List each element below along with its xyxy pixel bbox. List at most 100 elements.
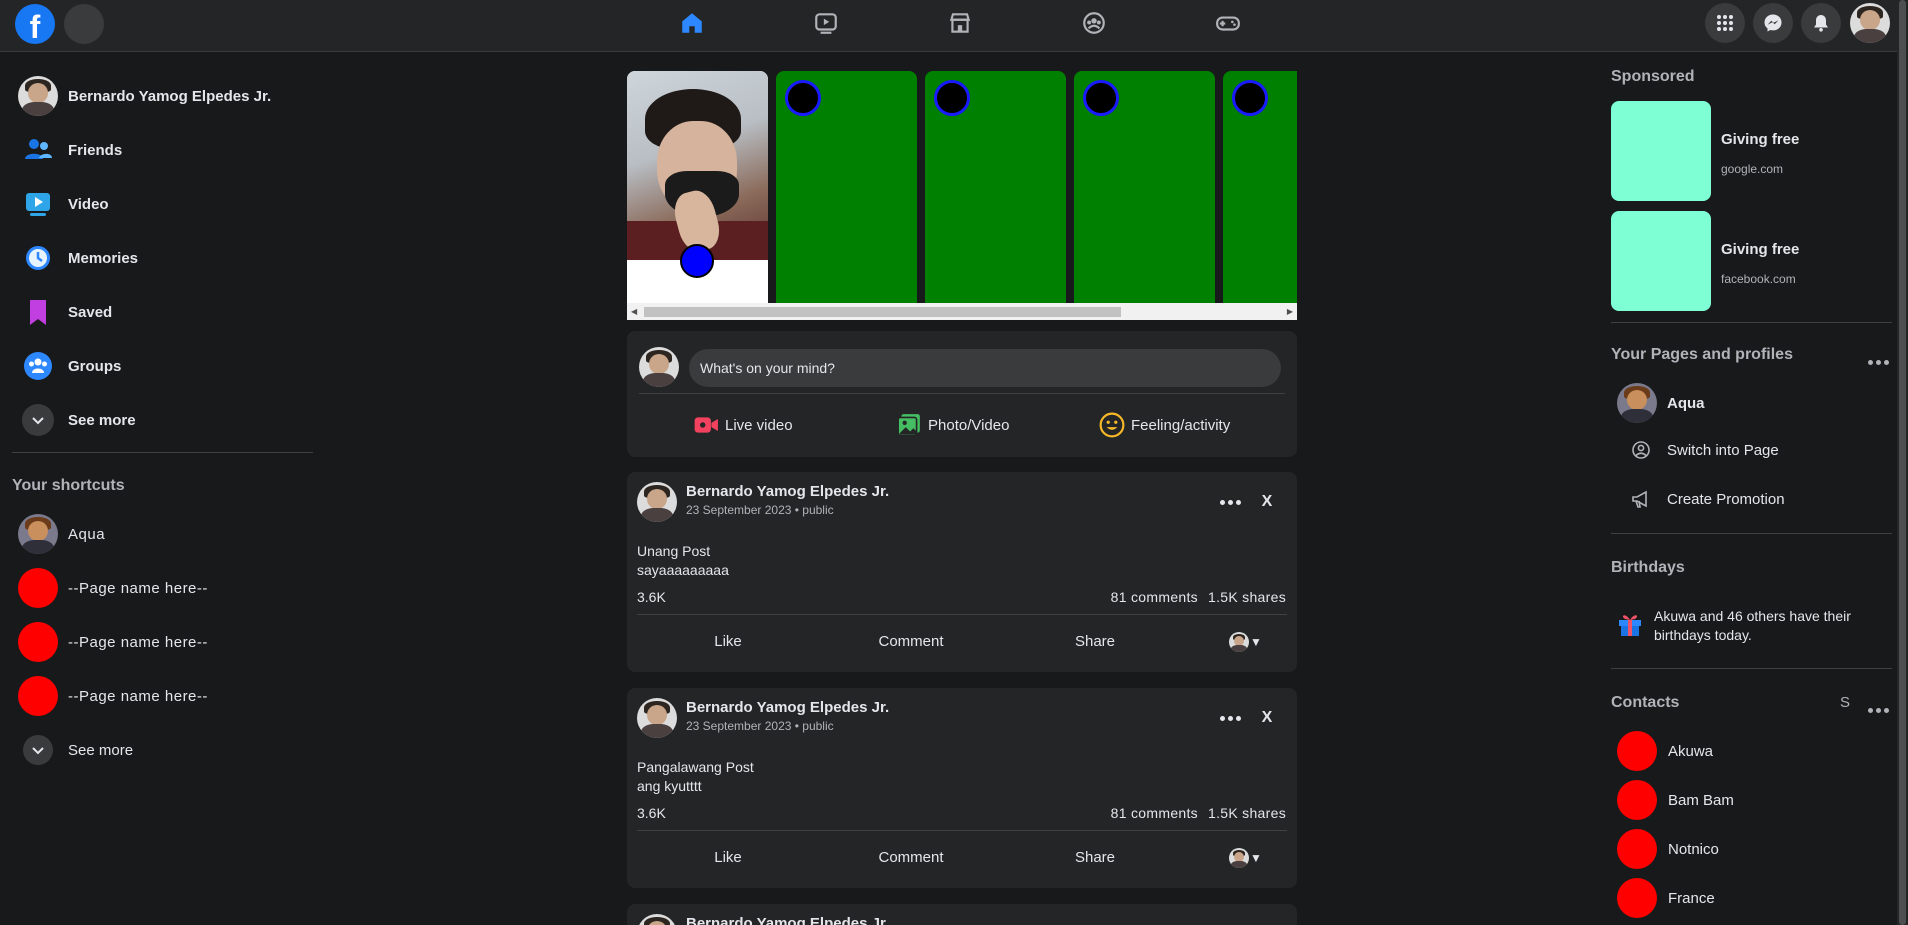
facebook-logo-icon[interactable]: f — [15, 4, 55, 44]
react-as-selector[interactable]: ▼ — [1229, 848, 1262, 868]
create-story-card[interactable] — [627, 71, 768, 303]
contact-item[interactable]: Bam Bam — [1617, 780, 1734, 820]
ad-image[interactable] — [1611, 101, 1711, 201]
share-count[interactable]: 1.5K shares — [1208, 805, 1286, 821]
post-close-button[interactable]: X — [1249, 484, 1285, 520]
scroll-right-icon[interactable]: ▶ — [1287, 307, 1293, 316]
post-meta: 23 September 2023 • public — [686, 719, 834, 733]
post-options-button[interactable] — [1212, 700, 1248, 736]
stories-tray: ◀ ▶ — [627, 71, 1297, 321]
story-card[interactable] — [1223, 71, 1297, 303]
feed-post: Bernardo Yamog Elpedes Jr. 23 September … — [627, 688, 1297, 888]
menu-grid-button[interactable] — [1705, 3, 1745, 43]
ad-image[interactable] — [1611, 211, 1711, 311]
contacts-search-button[interactable]: S — [1840, 694, 1850, 711]
comment-count[interactable]: 81 comments — [1111, 805, 1198, 821]
sidebar-label: Memories — [68, 249, 139, 267]
see-more-button[interactable]: See more — [18, 398, 318, 442]
page-name: Aqua — [1667, 394, 1705, 412]
shortcut-label: Aqua — [68, 525, 106, 543]
chevron-down-icon — [22, 404, 54, 436]
sidebar-item-memories[interactable]: Memories — [18, 236, 318, 280]
post-author-avatar[interactable] — [637, 914, 677, 925]
live-video-button[interactable]: Live video — [693, 412, 793, 438]
post-author-name[interactable]: Bernardo Yamog Elpedes Jr. — [686, 915, 889, 925]
add-story-icon[interactable] — [680, 244, 714, 278]
messenger-button[interactable] — [1753, 3, 1793, 43]
like-button[interactable]: Like — [668, 849, 788, 866]
contact-item[interactable]: Akuwa — [1617, 731, 1713, 771]
shortcut-item[interactable]: --Page name here-- — [18, 620, 318, 664]
share-button[interactable]: Share — [1035, 633, 1155, 650]
birthday-notice[interactable]: Akuwa and 46 others have their birthdays… — [1616, 607, 1886, 645]
post-body: Unang Post sayaaaaaaaaa — [637, 542, 729, 580]
story-card[interactable] — [776, 71, 917, 303]
comment-count[interactable]: 81 comments — [1111, 589, 1198, 605]
comment-button[interactable]: Comment — [851, 849, 971, 866]
pages-options-button[interactable] — [1868, 352, 1889, 370]
reaction-count[interactable]: 3.6K — [637, 805, 666, 821]
sponsored-ad[interactable]: Giving free google.com — [1611, 101, 1871, 201]
shortcuts-see-more-button[interactable]: See more — [18, 728, 318, 772]
sidebar-divider — [12, 452, 313, 453]
share-button[interactable]: Share — [1035, 849, 1155, 866]
post-author-name[interactable]: Bernardo Yamog Elpedes Jr. — [686, 483, 889, 500]
contact-avatar — [1617, 731, 1657, 771]
comment-button[interactable]: Comment — [851, 633, 971, 650]
story-card[interactable] — [925, 71, 1066, 303]
smiley-icon — [1099, 412, 1125, 438]
sponsored-ad[interactable]: Giving free facebook.com — [1611, 211, 1871, 311]
post-meta: 23 September 2023 • public — [686, 503, 834, 517]
composer-input[interactable]: What's on your mind? — [689, 349, 1281, 387]
profile-link[interactable]: Bernardo Yamog Elpedes Jr. — [18, 74, 318, 118]
page-profile-item[interactable]: Aqua — [1617, 383, 1705, 423]
gift-icon — [1619, 615, 1641, 636]
gaming-tab-icon[interactable] — [1208, 6, 1248, 40]
account-avatar[interactable] — [1850, 3, 1890, 43]
like-button[interactable]: Like — [668, 633, 788, 650]
scroll-left-icon[interactable]: ◀ — [631, 307, 637, 316]
scrollbar-thumb[interactable] — [644, 307, 1121, 317]
stories-scrollbar[interactable]: ◀ ▶ — [627, 303, 1297, 320]
notifications-button[interactable] — [1801, 3, 1841, 43]
create-promotion-button[interactable]: Create Promotion — [1631, 489, 1785, 509]
reaction-count[interactable]: 3.6K — [637, 589, 666, 605]
contact-item[interactable]: France — [1617, 878, 1715, 918]
story-avatar-ring — [934, 80, 970, 116]
post-composer: What's on your mind? Live video Photo/Vi… — [627, 331, 1297, 457]
watch-tab-icon[interactable] — [806, 6, 846, 40]
composer-avatar[interactable] — [639, 347, 679, 387]
story-card[interactable] — [1074, 71, 1215, 303]
page-scrollbar-thumb[interactable] — [1899, 0, 1906, 925]
sidebar-item-friends[interactable]: Friends — [18, 128, 318, 172]
marketplace-tab-icon[interactable] — [940, 6, 980, 40]
post-author-avatar[interactable] — [637, 482, 677, 522]
post-author-avatar[interactable] — [637, 698, 677, 738]
post-author-name[interactable]: Bernardo Yamog Elpedes Jr. — [686, 699, 889, 716]
contact-item[interactable]: Notnico — [1617, 829, 1719, 869]
sidebar-item-saved[interactable]: Saved — [18, 290, 318, 334]
page-scrollbar[interactable] — [1897, 0, 1908, 925]
photo-video-button[interactable]: Photo/Video — [896, 412, 1009, 438]
groups-tab-icon[interactable] — [1074, 6, 1114, 40]
react-as-selector[interactable]: ▼ — [1229, 632, 1262, 652]
promotion-label: Create Promotion — [1667, 490, 1785, 508]
switch-into-page-button[interactable]: Switch into Page — [1631, 440, 1779, 460]
home-tab-icon[interactable] — [672, 6, 712, 40]
sidebar-label: Groups — [68, 357, 122, 375]
post-options-button[interactable] — [1212, 484, 1248, 520]
sidebar-label: Video — [68, 195, 109, 213]
sidebar-item-video[interactable]: Video — [18, 182, 318, 226]
feeling-activity-button[interactable]: Feeling/activity — [1099, 412, 1230, 438]
search-button[interactable] — [64, 4, 104, 44]
megaphone-icon — [1632, 490, 1647, 508]
more-horizontal-icon — [1868, 708, 1889, 713]
shortcut-item[interactable]: --Page name here-- — [18, 674, 318, 718]
shortcut-item[interactable]: Aqua — [18, 512, 318, 556]
story-avatar-ring — [1232, 80, 1268, 116]
share-count[interactable]: 1.5K shares — [1208, 589, 1286, 605]
shortcut-item[interactable]: --Page name here-- — [18, 566, 318, 610]
contacts-options-button[interactable] — [1868, 700, 1889, 718]
sidebar-item-groups[interactable]: Groups — [18, 344, 318, 388]
post-close-button[interactable]: X — [1249, 700, 1285, 736]
